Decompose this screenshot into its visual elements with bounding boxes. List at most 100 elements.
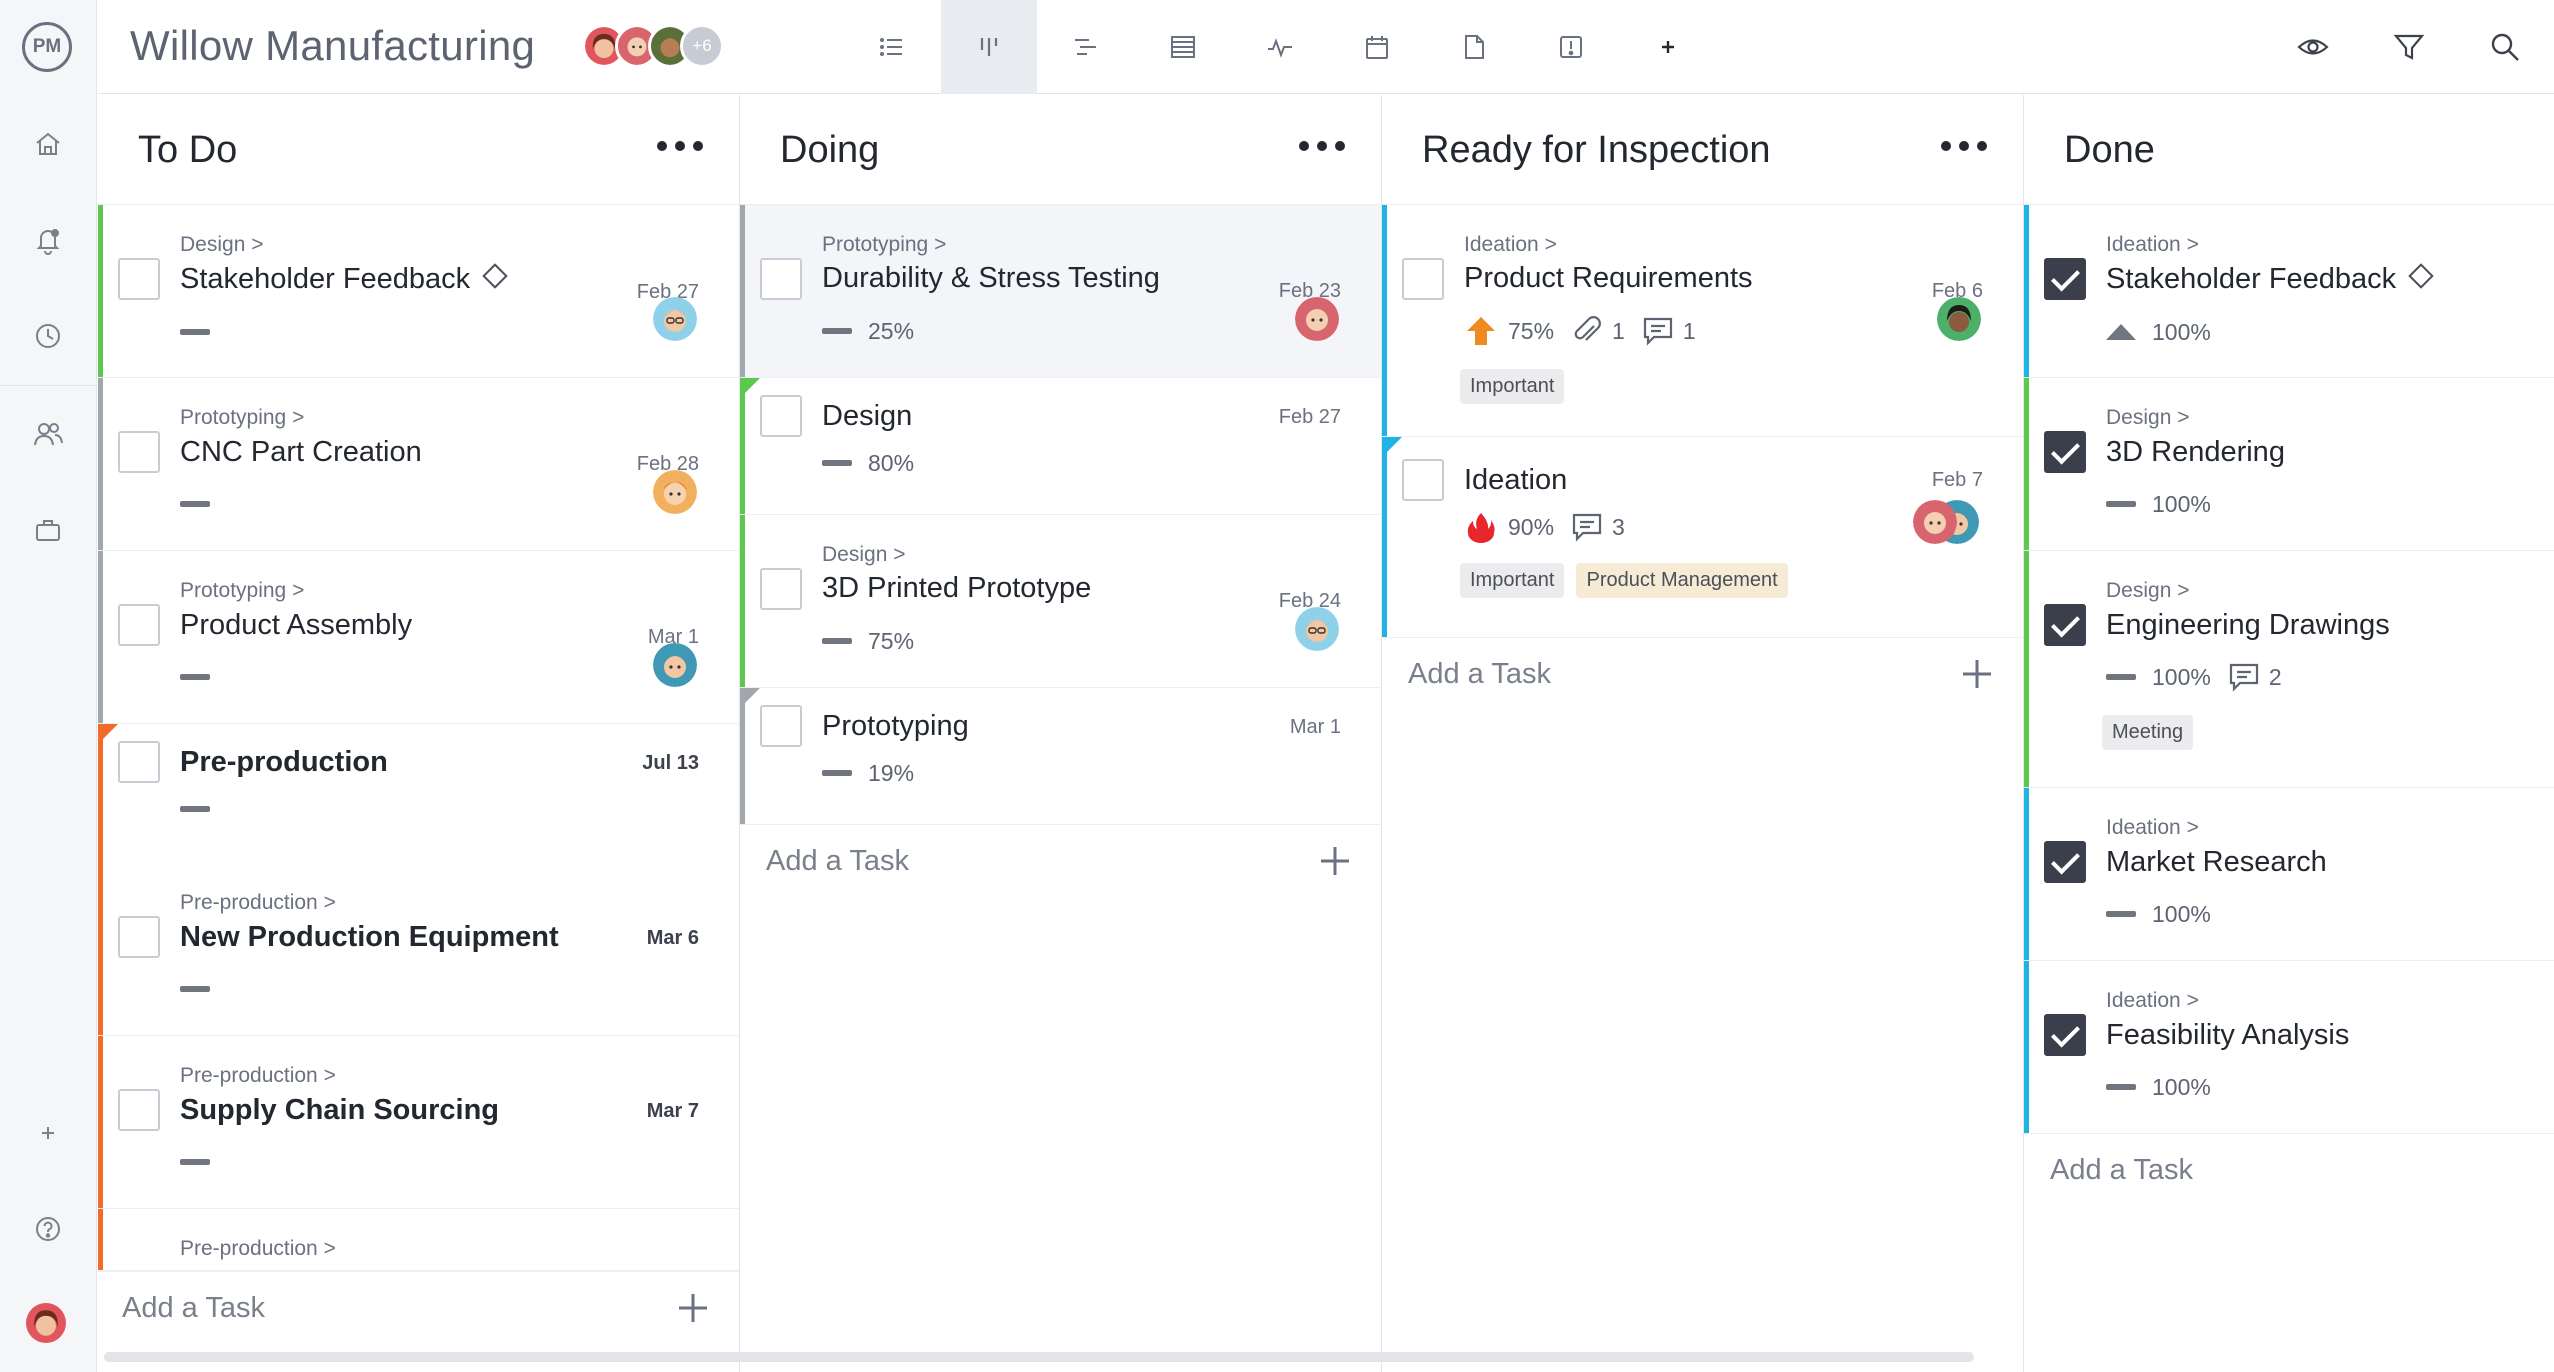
task-card[interactable]: Prototyping > Product Assembly Mar 1 [98,551,739,724]
task-name[interactable]: Pre-production [180,746,388,779]
task-checkbox[interactable] [760,258,802,300]
task-name[interactable]: Product Requirements [1464,262,1753,295]
assignee-avatar[interactable] [1913,500,1957,544]
notifications-icon[interactable] [28,220,68,260]
column-menu-icon[interactable] [1299,131,1345,161]
task-name[interactable]: Supply Chain Sourcing [180,1094,499,1127]
task-name[interactable]: CNC Part Creation [180,436,422,469]
card-breadcrumb[interactable]: Pre-production > [180,891,336,915]
add-icon[interactable] [28,1113,68,1153]
task-card[interactable]: Ideation > Market Research 100% [2024,788,2554,961]
assignee-avatar[interactable] [653,470,697,514]
sheet-view-icon[interactable] [1135,0,1231,94]
task-checkbox-checked[interactable] [2044,841,2086,883]
assignee-avatar[interactable] [653,643,697,687]
timesheet-icon[interactable] [28,316,68,356]
add-task-row[interactable]: Add a Task [740,825,1381,905]
task-name[interactable]: Design [822,400,912,433]
add-task-plus-icon[interactable] [673,1288,713,1328]
add-task-plus-icon[interactable] [1957,654,1997,694]
task-group-card[interactable]: Ideation Feb 7 90% 3 Important Product M… [1382,437,2023,638]
task-checkbox[interactable] [118,1089,160,1131]
dashboard-view-icon[interactable] [1232,0,1328,94]
add-task-plus-icon[interactable] [1315,841,1355,881]
pm-logo[interactable]: PM [22,22,72,72]
card-breadcrumb[interactable]: Design > [2106,579,2189,603]
add-task-label[interactable]: Add a Task [766,845,909,878]
add-task-label[interactable]: Add a Task [1408,658,1551,691]
task-group-card[interactable]: Pre-production > Supply Chain Sourcing M… [98,1036,739,1209]
people-icon[interactable] [28,414,68,454]
files-view-icon[interactable] [1426,0,1522,94]
add-task-label[interactable]: Add a Task [2050,1154,2193,1187]
tag-important[interactable]: Important [1460,563,1565,598]
task-card[interactable]: Design > Engineering Drawings 100% 2 Mee… [2024,551,2554,788]
calendar-view-icon[interactable] [1329,0,1425,94]
card-breadcrumb[interactable]: Pre-production > [180,1064,336,1088]
task-checkbox-checked[interactable] [2044,1014,2086,1056]
task-checkbox[interactable] [760,395,802,437]
task-checkbox[interactable] [1402,459,1444,501]
task-group-card[interactable]: Pre-production > New Production Equipmen… [98,863,739,1036]
risk-view-icon[interactable] [1523,0,1619,94]
task-name[interactable]: 3D Rendering [2106,436,2285,469]
assignee-avatar[interactable] [1295,297,1339,341]
task-checkbox-checked[interactable] [2044,258,2086,300]
team-more-count[interactable]: +6 [680,24,724,68]
add-task-row[interactable]: Add a Task [98,1271,739,1351]
task-card[interactable]: Design > 3D Rendering 100% [2024,378,2554,551]
column-menu-icon[interactable] [1941,131,1987,161]
task-name[interactable]: Durability & Stress Testing [822,262,1160,295]
task-card[interactable]: Design > Stakeholder Feedback Feb 27 [98,205,739,378]
task-checkbox-checked[interactable] [2044,431,2086,473]
tag-important[interactable]: Important [1460,369,1565,404]
task-card[interactable]: Ideation > Feasibility Analysis 100% [2024,961,2554,1134]
task-checkbox[interactable] [118,604,160,646]
card-breadcrumb[interactable]: Prototyping > [822,233,946,257]
task-name[interactable]: Prototyping [822,710,969,743]
task-name[interactable]: Product Assembly [180,609,412,642]
list-view-icon[interactable] [844,0,940,94]
task-group-card[interactable]: Design Feb 27 80% [740,378,1381,515]
add-task-row[interactable]: Add a Task [2024,1134,2554,1214]
card-breadcrumb[interactable]: Design > [180,233,263,257]
add-task-row[interactable]: Add a Task [1382,638,2023,718]
task-card[interactable]: Prototyping > CNC Part Creation Feb 28 [98,378,739,551]
task-name[interactable]: Ideation [1464,464,1567,497]
card-breadcrumb[interactable]: Prototyping > [180,406,304,430]
card-breadcrumb[interactable]: Ideation > [1464,233,1557,257]
card-breadcrumb[interactable]: Prototyping > [180,579,304,603]
home-icon[interactable] [28,124,68,164]
task-checkbox[interactable] [118,741,160,783]
gantt-view-icon[interactable] [1038,0,1134,94]
task-checkbox[interactable] [1402,258,1444,300]
eye-icon[interactable] [2288,22,2338,72]
task-checkbox-checked[interactable] [2044,604,2086,646]
card-breadcrumb[interactable]: Ideation > [2106,816,2199,840]
column-menu-icon[interactable] [657,131,703,161]
assignee-avatar[interactable] [1937,297,1981,341]
task-checkbox[interactable] [760,568,802,610]
task-checkbox[interactable] [118,431,160,473]
task-name[interactable]: 3D Printed Prototype [822,572,1091,605]
task-card[interactable]: Prototyping > Durability & Stress Testin… [740,205,1381,378]
task-group-card[interactable]: Prototyping Mar 1 19% [740,688,1381,825]
task-name[interactable]: Market Research [2106,846,2327,879]
card-breadcrumb[interactable]: Ideation > [2106,989,2199,1013]
task-checkbox[interactable] [118,916,160,958]
assignee-avatar[interactable] [1295,607,1339,651]
card-breadcrumb[interactable]: Design > [2106,406,2189,430]
task-checkbox[interactable] [760,705,802,747]
assignee-avatar[interactable] [653,297,697,341]
help-icon[interactable] [28,1209,68,1249]
horizontal-scrollbar[interactable] [104,1352,1974,1362]
user-avatar[interactable] [26,1303,66,1343]
tag-product-management[interactable]: Product Management [1576,563,1788,598]
task-card[interactable]: Design > 3D Printed Prototype Feb 24 75% [740,515,1381,688]
task-name[interactable]: Stakeholder Feedback [180,263,508,296]
tag-meeting[interactable]: Meeting [2102,715,2194,750]
task-checkbox[interactable] [118,258,160,300]
task-name[interactable]: New Production Equipment [180,921,559,954]
card-breadcrumb[interactable]: Design > [822,543,905,567]
task-card[interactable]: Ideation > Stakeholder Feedback 100% [2024,205,2554,378]
